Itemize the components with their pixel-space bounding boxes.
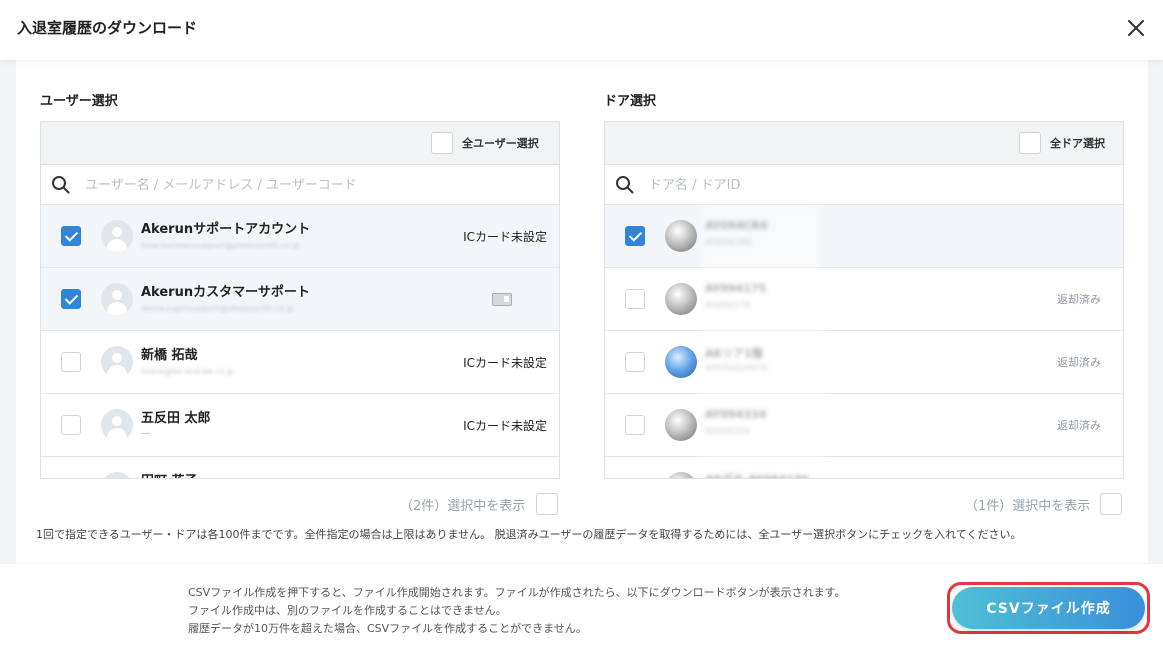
avatar <box>101 472 133 478</box>
avatar <box>101 220 133 252</box>
modal-header: 入退室履歴のダウンロード <box>0 0 1163 60</box>
close-icon[interactable] <box>1124 16 1148 40</box>
user-row[interactable]: Akerunサポートアカウント hina.kunisamsupport@phot… <box>41 205 559 268</box>
select-all-doors-checkbox[interactable] <box>1019 132 1041 154</box>
ic-card-status: ICカード未設定 <box>463 356 547 370</box>
user-row[interactable]: Akerunカスタマーサポート reona.supmsupport@photos… <box>41 268 559 331</box>
door-row[interactable]: AKデモ AY094176 <box>605 457 1123 479</box>
user-name: Akerunサポートアカウント <box>141 222 311 237</box>
user-email: — <box>141 428 151 439</box>
select-all-users-label: 全ユーザー選択 <box>462 137 539 150</box>
search-icon <box>615 175 635 195</box>
csv-info-line: CSVファイル作成を押下すると、ファイル作成開始されます。ファイルが作成されたら… <box>188 586 846 599</box>
user-panel-header: 全ユーザー選択 <box>41 122 559 165</box>
door-search-input[interactable] <box>649 173 1089 197</box>
selection-limit-note: 1回で指定できるユーザー・ドアは各100件までです。全件指定の場合は上限はありま… <box>36 528 1022 541</box>
modal-title: 入退室履歴のダウンロード <box>17 19 198 37</box>
user-email: reona.supmsupport@photosynth.co.jp <box>141 304 295 313</box>
ic-card-icon <box>492 293 512 306</box>
returned-status: 返却済み <box>1057 356 1101 369</box>
select-all-doors-label: 全ドア選択 <box>1050 137 1105 150</box>
user-name: 五反田 太郎 <box>141 411 211 426</box>
returned-status: 返却済み <box>1057 419 1101 432</box>
door-section-label: ドア選択 <box>604 94 657 109</box>
user-checkbox[interactable] <box>61 415 81 435</box>
door-row[interactable]: AY094334 AY094334 返却済み <box>605 394 1123 457</box>
avatar <box>101 346 133 378</box>
user-row[interactable]: 五反田 太郎 — ICカード未設定 <box>41 394 559 457</box>
door-checkbox[interactable] <box>625 226 645 246</box>
user-checkbox[interactable] <box>61 478 81 479</box>
door-thumbnail <box>665 346 697 378</box>
user-search-row <box>41 165 559 205</box>
select-all-users-checkbox[interactable] <box>431 132 453 154</box>
modal-footer: CSVファイル作成を押下すると、ファイル作成開始されます。ファイルが作成されたら… <box>0 564 1163 651</box>
returned-status: 返却済み <box>1057 293 1101 306</box>
csv-info-line: ファイル作成中は、別のファイルを作成することはできません。 <box>188 604 507 617</box>
modal-body: ユーザー選択 全ユーザー選択 ユーザー名 / メールアドレス / ユーザーコード… <box>0 60 1163 564</box>
door-checkbox[interactable] <box>625 478 645 479</box>
ic-card-status: ICカード未設定 <box>463 419 547 433</box>
user-search-input[interactable] <box>85 173 525 197</box>
show-selected-users-checkbox[interactable] <box>536 493 558 515</box>
selection-content: ユーザー選択 全ユーザー選択 ユーザー名 / メールアドレス / ユーザーコード… <box>16 60 1148 563</box>
door-checkbox[interactable] <box>625 289 645 309</box>
door-search-row <box>605 165 1123 205</box>
door-panel-header: 全ドア選択 <box>605 122 1123 165</box>
show-selected-users-label: （2件）選択中を表示 <box>400 499 526 514</box>
avatar <box>101 283 133 315</box>
user-name: 新橋 拓哉 <box>141 348 198 363</box>
csv-info-line: 履歴データが10万件を超えた場合、CSVファイルを作成することができません。 <box>188 622 587 635</box>
avatar <box>101 409 133 441</box>
user-email: reona@be-and-be.co.jp <box>141 367 235 376</box>
search-icon <box>51 175 71 195</box>
door-list-panel: 全ドア選択 AY094CR4 AY094CR4 <box>604 121 1124 479</box>
user-section-label: ユーザー選択 <box>40 94 118 109</box>
user-email: hina.kunisamsupport@photosynth.co.jp <box>141 241 300 250</box>
user-row[interactable]: 田町 花子 <box>41 457 559 479</box>
door-thumbnail <box>665 472 697 478</box>
door-checkbox[interactable] <box>625 415 645 435</box>
show-selected-doors-checkbox[interactable] <box>1100 493 1122 515</box>
door-thumbnail <box>665 409 697 441</box>
user-checkbox[interactable] <box>61 289 81 309</box>
user-checkbox[interactable] <box>61 226 81 246</box>
door-thumbnail <box>665 283 697 315</box>
csv-info: CSVファイル作成を押下すると、ファイル作成開始されます。ファイルが作成されたら… <box>188 584 846 638</box>
user-checkbox[interactable] <box>61 352 81 372</box>
download-history-modal: 入退室履歴のダウンロード ユーザー選択 全ユーザー選択 ユーザー名 / メールア… <box>0 0 1163 651</box>
door-thumbnail <box>665 220 697 252</box>
door-row[interactable]: AKリア1階 AY070410075 返却済み <box>605 331 1123 394</box>
user-list-panel: 全ユーザー選択 Akerunサポートアカウント hina.kun <box>40 121 560 479</box>
user-name: Akerunカスタマーサポート <box>141 285 310 300</box>
privacy-blur-overlay <box>701 205 821 478</box>
door-checkbox[interactable] <box>625 352 645 372</box>
door-row[interactable]: AY094175 AY094175 返却済み <box>605 268 1123 331</box>
door-row[interactable]: AY094CR4 AY094CR4 <box>605 205 1123 268</box>
ic-card-status: ICカード未設定 <box>463 230 547 244</box>
create-csv-button[interactable]: CSVファイル作成 <box>952 587 1145 629</box>
user-row[interactable]: 新橋 拓哉 reona@be-and-be.co.jp ICカード未設定 <box>41 331 559 394</box>
user-name: 田町 花子 <box>141 470 198 478</box>
show-selected-doors-label: （1件）選択中を表示 <box>965 499 1091 514</box>
